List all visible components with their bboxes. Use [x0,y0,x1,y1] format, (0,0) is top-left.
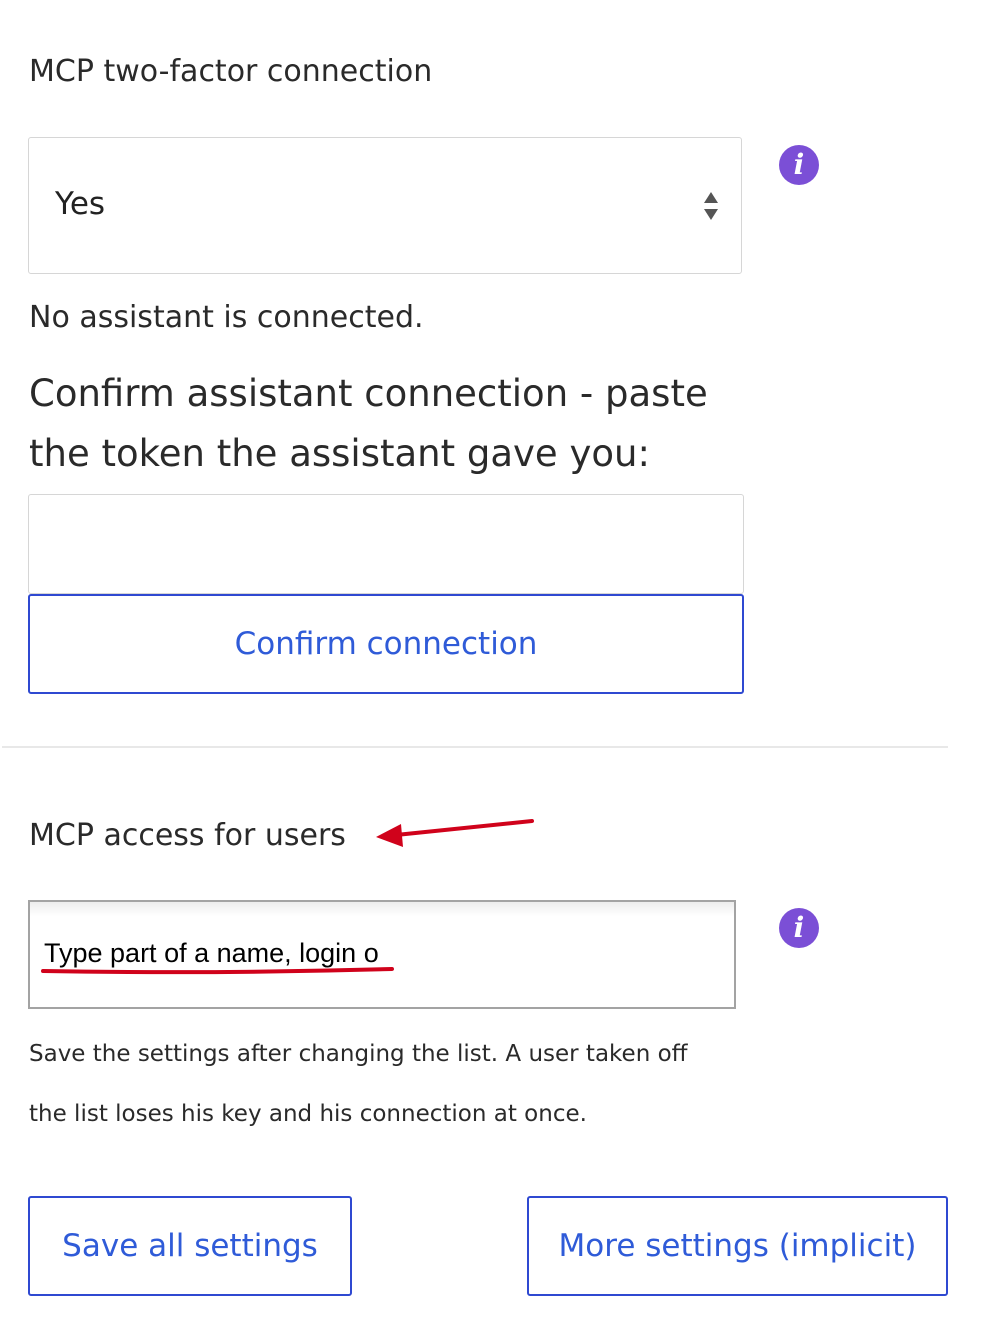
red-underline-annotation [41,967,394,975]
info-icon[interactable]: i [779,908,819,948]
info-icon[interactable]: i [779,145,819,185]
confirm-connection-button[interactable]: Confirm connection [28,594,744,694]
connection-status-text: No assistant is connected. [29,300,424,335]
save-all-settings-button[interactable]: Save all settings [28,1196,352,1296]
more-settings-button[interactable]: More settings (implicit) [527,1196,948,1296]
access-help-text: Save the settings after changing the lis… [29,1041,688,1127]
token-input[interactable] [28,494,744,594]
two-factor-select[interactable]: Yes [28,137,742,274]
two-factor-section-title: MCP two-factor connection [29,54,433,89]
sort-arrows-icon [704,192,718,220]
access-section-title: MCP access for users [29,818,346,853]
section-divider [2,746,948,748]
two-factor-select-value: Yes [55,186,106,222]
confirm-token-label: Confirm assistant connection - paste the… [29,372,708,475]
user-search-input[interactable]: Type part of a name, login o [28,900,736,1009]
red-arrow-annotation [376,819,534,847]
